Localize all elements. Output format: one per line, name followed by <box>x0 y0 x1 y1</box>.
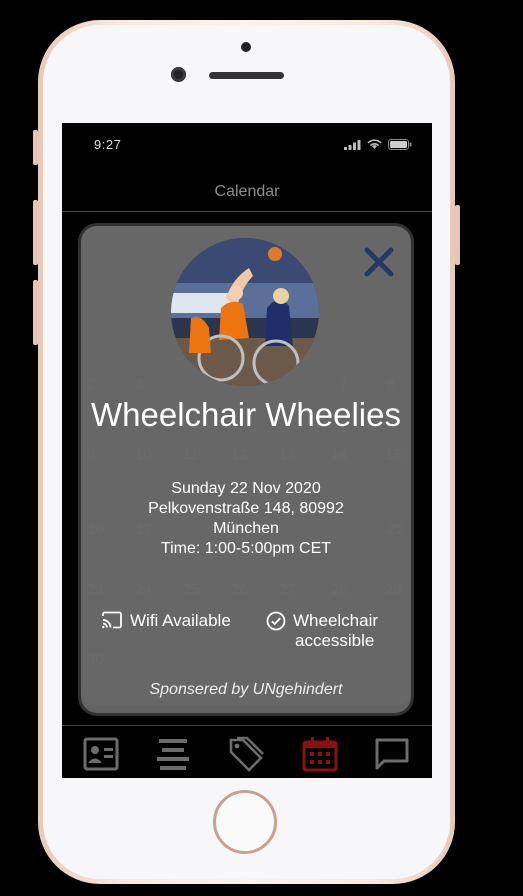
header-divider <box>62 211 432 212</box>
wheelchair-feature: Wheelchair accessible <box>266 611 378 651</box>
volume-down-button <box>33 280 38 345</box>
tab-chat[interactable] <box>372 734 412 774</box>
close-icon[interactable] <box>363 246 395 278</box>
event-city: München <box>213 520 279 537</box>
app-screen: 9:27 Calendar 2 3 7 8 9 10 11 1 <box>62 123 432 778</box>
battery-icon <box>388 139 412 150</box>
event-address: Pelkovenstraße 148, 80992 <box>148 500 344 517</box>
wifi-label: Wifi Available <box>130 611 231 630</box>
status-bar: 9:27 <box>62 123 432 165</box>
wheelchair-label: Wheelchair accessible <box>293 611 379 650</box>
event-details: Sunday 22 Nov 2020 Pelkovenstraße 148, 8… <box>81 479 411 559</box>
tab-bar <box>62 725 432 778</box>
event-title: Wheelchair Wheelies <box>91 396 401 433</box>
event-photo <box>171 238 319 386</box>
contact-card-icon <box>83 737 119 771</box>
tab-list[interactable] <box>153 734 193 774</box>
proximity-sensor <box>241 42 251 52</box>
front-camera <box>171 67 186 82</box>
calendar-icon <box>302 737 338 772</box>
list-icon <box>157 739 189 770</box>
event-modal: Wheelchair Wheelies Sunday 22 Nov 2020 P… <box>81 226 411 713</box>
earpiece-speaker <box>209 72 284 79</box>
cast-icon <box>102 611 122 629</box>
tab-contacts[interactable] <box>81 734 121 774</box>
event-time: Time: 1:00-5:00pm CET <box>160 540 332 557</box>
volume-up-button <box>33 200 38 265</box>
page-title: Calendar <box>214 183 280 200</box>
status-icons <box>344 139 412 150</box>
tab-tags[interactable] <box>226 734 266 774</box>
wifi-icon <box>367 139 382 149</box>
tab-calendar[interactable] <box>300 734 340 774</box>
wifi-feature: Wifi Available <box>101 611 231 631</box>
power-button <box>455 205 460 265</box>
check-circle-icon <box>266 611 286 631</box>
chat-icon <box>375 738 409 770</box>
tags-icon <box>229 736 264 772</box>
status-time: 9:27 <box>94 137 122 152</box>
mute-switch <box>33 130 38 165</box>
home-button[interactable] <box>213 790 277 854</box>
event-date: Sunday 22 Nov 2020 <box>171 480 321 497</box>
signal-icon <box>344 139 361 150</box>
sponsor-text: Sponsered by UNgehindert <box>149 681 343 698</box>
